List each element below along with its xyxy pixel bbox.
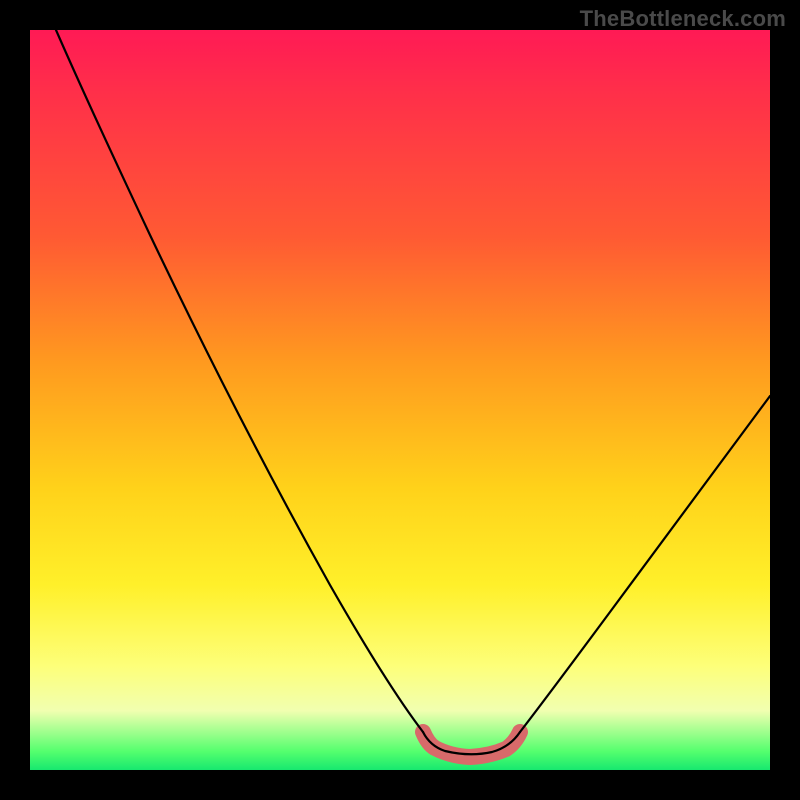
left-branch-path: [56, 30, 423, 732]
curve-layer: [30, 30, 770, 770]
watermark-text: TheBottleneck.com: [580, 6, 786, 32]
chart-frame: TheBottleneck.com: [0, 0, 800, 800]
plot-area: [30, 30, 770, 770]
right-branch-path: [520, 396, 770, 732]
